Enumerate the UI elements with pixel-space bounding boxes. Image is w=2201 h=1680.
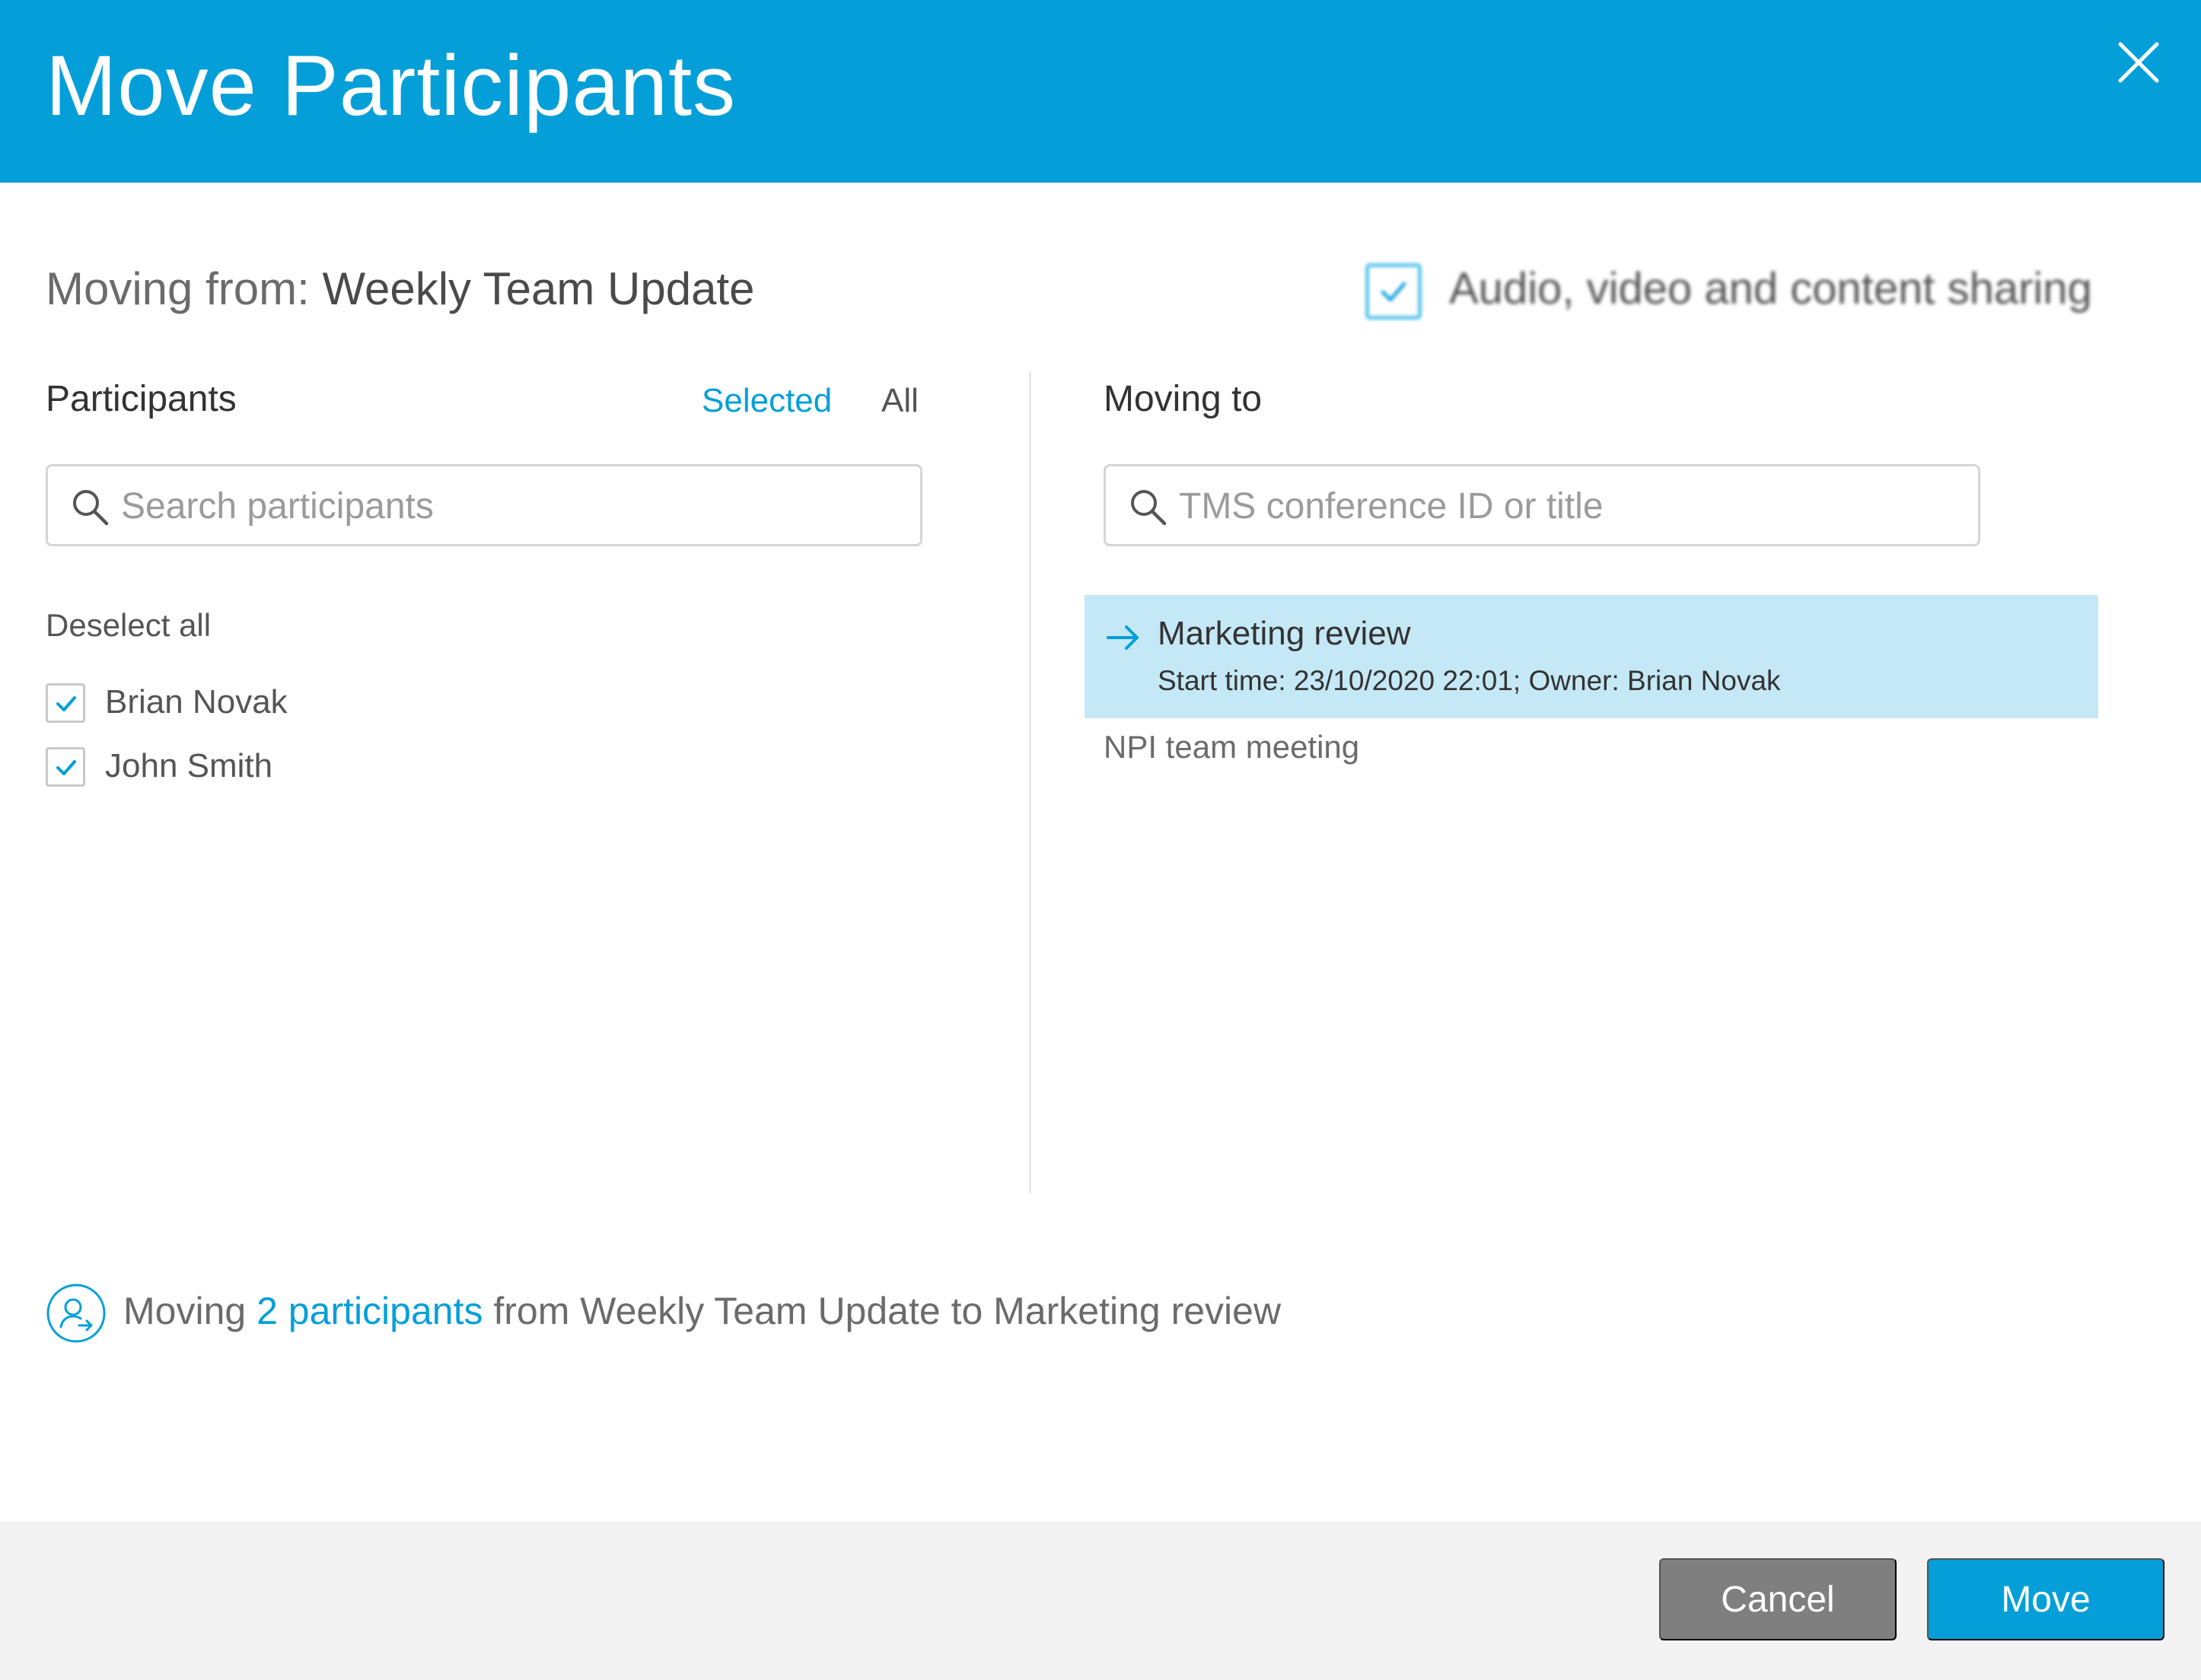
participant-checkbox[interactable] [46,747,85,787]
user-move-icon [46,1284,106,1343]
checkmark-icon [56,696,76,711]
media-sharing-checkbox[interactable] [1365,263,1422,320]
dialog-header: Move Participants [0,0,2201,183]
media-sharing-label: Audio, video and content sharing [1449,264,2092,313]
summary-prefix: Moving [123,1290,247,1332]
source-meeting-name: Weekly Team Update [322,263,755,314]
dialog-title: Move Participants [46,38,737,133]
search-icon [1131,490,1167,526]
summary-suffix: from Weekly Team Update to Marketing rev… [493,1290,1282,1332]
dialog-footer: Cancel Move [0,1522,2201,1680]
participant-name: John Smith [105,747,273,784]
tab-selected[interactable]: Selected [702,382,832,420]
moving-from-text: Moving from: Weekly Team Update [46,262,755,315]
conference-search [1104,464,1980,546]
close-icon [2118,42,2159,83]
checkmark-icon [56,760,76,775]
move-summary: Moving 2 participants from Weekly Team U… [123,1289,1281,1333]
participants-heading: Participants [46,379,237,419]
cancel-button[interactable]: Cancel [1659,1558,1897,1640]
participant-name: Brian Novak [105,683,288,721]
conference-search-input[interactable] [1179,474,1963,538]
conference-details: Start time: 23/10/2020 22:01; Owner: Bri… [1158,665,1781,696]
conference-title: Marketing review [1158,615,1411,652]
search-icon [73,490,109,526]
participant-checkbox[interactable] [46,683,85,723]
moving-to-heading: Moving to [1104,379,1263,419]
checkmark-icon [1381,282,1406,302]
participant-search-input[interactable] [121,474,905,538]
column-divider [1029,371,1031,1193]
conference-item[interactable]: NPI team meeting [1104,729,1359,765]
participant-search [46,464,922,546]
participants-count-link[interactable]: 2 participants [256,1290,483,1332]
moving-from-label: Moving from: [46,263,310,314]
close-button[interactable] [2108,32,2169,93]
move-participants-dialog: Move Participants Moving from: Weekly Te… [0,0,2201,1680]
deselect-all-link[interactable]: Deselect all [46,607,211,644]
arrow-right-icon [1107,625,1139,650]
tab-all[interactable]: All [881,382,919,420]
conference-item-selected[interactable]: Marketing review Start time: 23/10/2020 … [1085,595,2098,718]
move-button[interactable]: Move [1927,1558,2164,1640]
